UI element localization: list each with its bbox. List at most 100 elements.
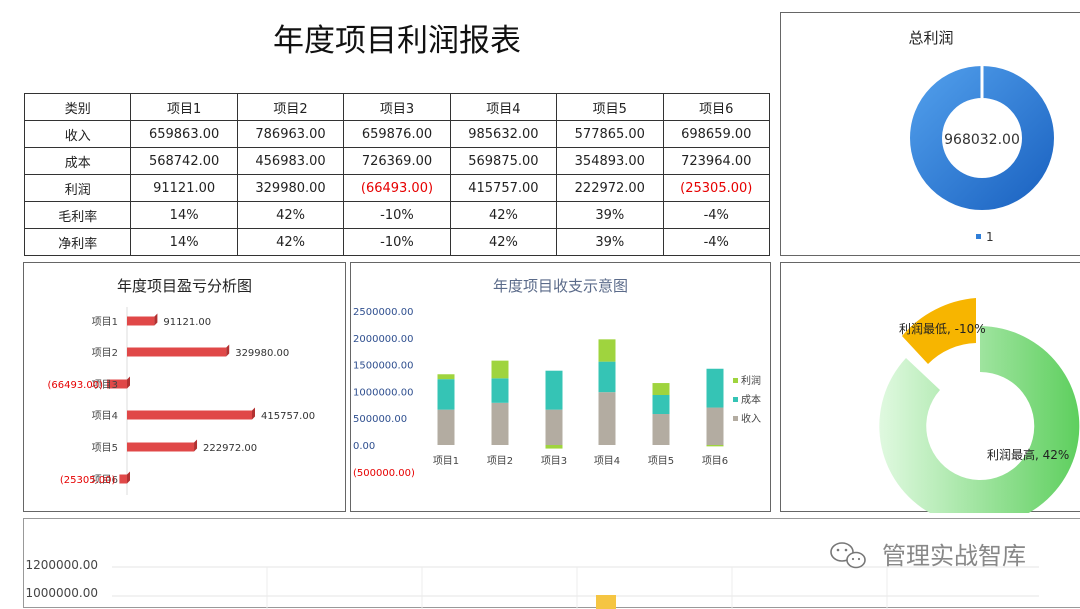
table-row: 利润 91121.00 329980.00 (66493.00) 415757.00 22… [23, 174, 771, 202]
table-header-cell: 项目5 [556, 93, 664, 121]
y-tick-label: 0.00 [353, 441, 375, 452]
table-cell: (66493.00) [343, 174, 451, 202]
legend-label: 1 [986, 230, 994, 244]
legend-label: 收入 [741, 412, 761, 425]
table-cell: 726369.00 [343, 147, 451, 175]
category-label: 项目5 [648, 455, 674, 467]
margin-donut: 利润最低, -10% 利润最高, 42% [879, 298, 1080, 513]
table-cell: 42% [236, 201, 345, 229]
category-label: 项目6 [702, 455, 728, 467]
table-cell: 42% [236, 228, 345, 256]
y-tick-label: 1500000.00 [353, 361, 413, 372]
table-cell: 42% [449, 201, 558, 229]
table-cell: 14% [130, 201, 238, 229]
bar-income [491, 402, 509, 445]
table-cell: 329980.00 [236, 174, 345, 202]
bar-side [226, 344, 230, 357]
bottom-chart-panel: 1200000.00 1000000.00 管理实战智库 [23, 518, 1080, 609]
legend-label: 成本 [741, 393, 761, 406]
table-header-cell: 项目4 [449, 93, 558, 121]
y-tick-label: 2000000.00 [353, 334, 413, 345]
table-cell: -10% [343, 201, 451, 229]
bar-cost [652, 395, 670, 415]
watermark: 管理实战智库 [830, 542, 1026, 570]
data-label: (25305.00) [60, 475, 116, 486]
table-cell: 456983.00 [236, 147, 345, 175]
bar-income [652, 414, 670, 445]
table-cell: 659863.00 [130, 120, 238, 148]
table-cell: 985632.00 [449, 120, 558, 148]
y-tick-label: 500000.00 [353, 414, 407, 425]
bar [127, 410, 252, 420]
table-cell: -4% [662, 201, 771, 229]
table-cell: 39% [556, 201, 664, 229]
y-tick-label: 1000000.00 [353, 387, 413, 398]
data-label: 91121.00 [163, 317, 211, 328]
row-label-cell: 利润 [23, 174, 132, 202]
bar-cost [545, 370, 563, 410]
table-cell: 569875.00 [449, 147, 558, 175]
slice-lowest-label: 利润最低, -10% [899, 322, 986, 336]
data-label: (66493.00) [47, 380, 103, 391]
y-tick-label: 2500000.00 [353, 307, 413, 318]
table-header-cell: 项目1 [130, 93, 238, 121]
legend-label: 利润 [741, 374, 761, 387]
table-cell: 786963.00 [236, 120, 345, 148]
table-cell: 14% [130, 228, 238, 256]
legend-swatch [976, 234, 981, 239]
category-label: 项目4 [594, 455, 620, 467]
table-cell: 222972.00 [556, 174, 664, 202]
slice-highest [879, 326, 1080, 513]
bar-profit [706, 445, 724, 447]
table-header-cell: 类别 [23, 93, 132, 121]
category-label: 项目2 [487, 455, 513, 467]
row-label-cell: 成本 [23, 147, 132, 175]
y-tick-label: (500000.00) [353, 468, 415, 479]
table-cell: 723964.00 [662, 147, 771, 175]
table-cell: 568742.00 [130, 147, 238, 175]
table-cell: 91121.00 [130, 174, 238, 202]
bar-income [706, 407, 724, 445]
bar-cost [706, 368, 724, 408]
legend-swatch [733, 416, 738, 421]
table-header-cell: 项目6 [662, 93, 771, 121]
table-cell: (25305.00) [662, 174, 771, 202]
wechat-icon [830, 542, 866, 569]
donut-center-label: 968032.00 [944, 132, 1020, 148]
watermark-text: 管理实战智库 [882, 542, 1026, 570]
row-label-cell: 收入 [23, 120, 132, 148]
bar-income [437, 409, 455, 445]
data-label: 329980.00 [235, 348, 289, 359]
total-profit-donut: 968032.00 1 [910, 65, 1054, 244]
bar-profit [652, 383, 670, 396]
category-label: 项目5 [92, 442, 118, 454]
y-tick-label: 1200000.00 [25, 558, 98, 572]
profit-loss-panel: 年度项目盈亏分析图 项目1 91121.00 项目2 329980.00 项目3 (664… [23, 262, 346, 512]
table-header-cell: 项目2 [236, 93, 345, 121]
table-cell: 42% [449, 228, 558, 256]
table-cell: 39% [556, 228, 664, 256]
table-cell: 354893.00 [556, 147, 664, 175]
page-title: 年度项目利润报表 [273, 23, 521, 59]
income-expense-chart: (500000.00) 0.00 500000.00 1000000.00 150000… [353, 307, 761, 479]
table-cell: 659876.00 [343, 120, 451, 148]
report-table: 类别 项目1 项目2 项目3 项目4 项目5 项目6 收入 659863.00 786963.00… [23, 93, 771, 256]
bar-income [598, 392, 616, 445]
bar-profit [491, 360, 509, 379]
bar [127, 316, 155, 326]
bar-side [154, 313, 158, 326]
legend-swatch [733, 378, 738, 383]
total-profit-panel: 总利润 968032.00 1 [780, 12, 1080, 256]
slice-highest-label: 利润最高, 42% [987, 447, 1069, 462]
category-label: 项目1 [92, 316, 118, 328]
table-cell: 577865.00 [556, 120, 664, 148]
bar-profit [437, 374, 455, 380]
category-label: 项目2 [92, 347, 118, 359]
bar-side [194, 439, 198, 452]
bar-cost [598, 361, 616, 393]
table-row: 收入 659863.00 786963.00 659876.00 985632.00 57… [23, 120, 771, 148]
bottom-chart: 1200000.00 1000000.00 管理实战智库 [25, 542, 1039, 609]
bar [127, 347, 227, 357]
data-label: 222972.00 [203, 443, 257, 454]
bar [119, 474, 127, 484]
